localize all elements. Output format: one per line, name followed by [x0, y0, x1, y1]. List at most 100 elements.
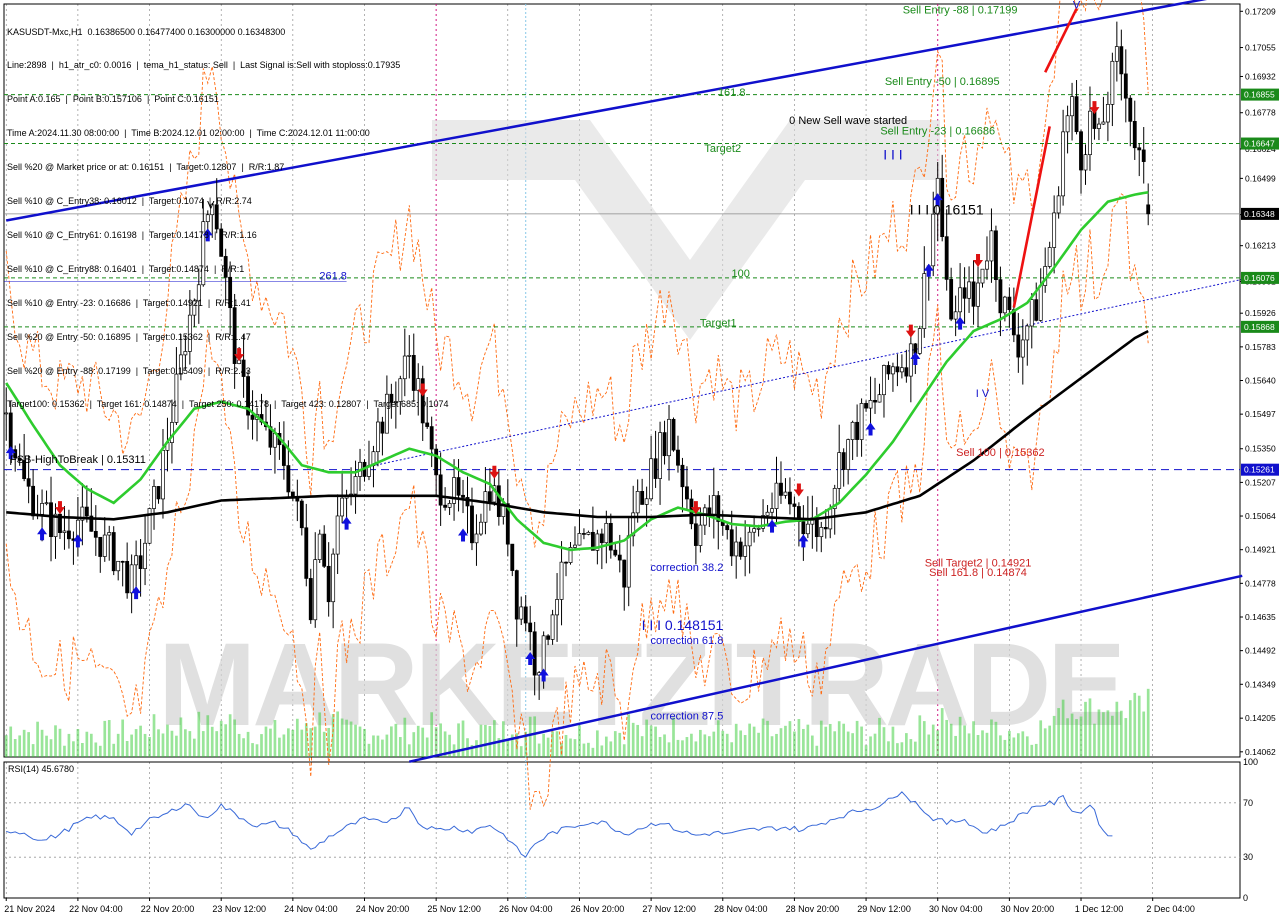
candle-body: [626, 535, 631, 588]
volume-bar: [251, 743, 254, 757]
candle-body: [1070, 96, 1074, 117]
y-tick-label: 0.14205: [1245, 713, 1276, 723]
candle-body: [120, 560, 125, 563]
x-tick-label: 28 Nov 04:00: [714, 904, 768, 914]
volume-bar: [694, 741, 698, 757]
volume-bar: [855, 720, 859, 757]
chart-annotation: Sell 161.8 | 0.14874: [929, 567, 1027, 579]
chart-annotation: Sell Entry -23 | 0.16686: [880, 125, 995, 137]
y-tick-label: 0.15350: [1245, 444, 1276, 454]
volume-bar: [981, 730, 984, 757]
volume-bar: [815, 745, 819, 757]
candle-body: [770, 508, 774, 513]
volume-bar: [721, 730, 725, 757]
candle-body: [514, 570, 519, 620]
volume-bar: [1128, 700, 1132, 757]
candle-body: [1056, 195, 1061, 214]
chart-annotation: FSB-HighToBreak | 0.15311: [10, 454, 146, 466]
candle-body: [685, 486, 689, 500]
candle-body: [989, 230, 994, 262]
volume-bar: [707, 736, 711, 757]
volume-bar: [640, 736, 644, 757]
volume-bar: [622, 744, 626, 757]
candle-body: [443, 504, 448, 508]
volume-bar: [788, 721, 792, 757]
volume-bar: [533, 716, 537, 757]
volume-bar: [475, 740, 478, 757]
volume-bar: [1030, 744, 1034, 757]
candle-body: [734, 541, 739, 557]
candle-body: [1146, 204, 1151, 215]
volume-bar: [519, 746, 523, 757]
volume-bar: [878, 717, 881, 757]
candle-body: [953, 311, 958, 320]
candle-body: [644, 498, 649, 505]
candle-body: [134, 555, 139, 566]
candle-body: [98, 536, 103, 557]
price-tag-label: 0.16076: [1244, 273, 1275, 283]
volume-bar: [954, 735, 957, 757]
y-tick-label: 0.15064: [1245, 511, 1276, 521]
x-tick-label: 30 Nov 04:00: [929, 904, 983, 914]
candle-body: [805, 523, 810, 535]
volume-bar: [806, 724, 810, 757]
x-tick-label: 24 Nov 20:00: [356, 904, 410, 914]
volume-bar: [546, 737, 550, 757]
volume-bar: [1137, 695, 1141, 757]
volume-bar: [9, 726, 13, 757]
candle-body: [693, 523, 698, 546]
candle-body: [1101, 121, 1106, 125]
volume-bar: [1008, 730, 1011, 757]
candle-body: [1016, 334, 1021, 358]
volume-bar: [58, 728, 62, 757]
volume-bar: [779, 728, 783, 757]
volume-bar: [555, 731, 559, 757]
volume-bar: [690, 733, 693, 757]
price-tag-label: 0.16647: [1244, 139, 1275, 149]
candle-body: [380, 421, 385, 434]
candle-body: [899, 367, 904, 373]
candle-body: [729, 529, 734, 557]
price-tag-label: 0.16348: [1244, 209, 1275, 219]
volume-bar: [730, 742, 734, 757]
candle-body: [1029, 299, 1034, 327]
volume-bar: [1146, 688, 1150, 757]
volume-bar: [188, 731, 192, 757]
volume-bar: [770, 736, 774, 757]
candle-body: [1034, 299, 1039, 321]
volume-bar: [98, 745, 102, 757]
candle-body: [743, 545, 748, 557]
chart-annotation: correction 38.2: [651, 562, 724, 574]
volume-bar: [761, 718, 765, 757]
volume-bar: [596, 730, 599, 757]
volume-bar: [425, 737, 429, 757]
candle-body: [702, 507, 707, 526]
candle-body: [93, 530, 98, 538]
candle-body: [725, 525, 730, 531]
candle-body: [290, 491, 295, 497]
candle-body: [613, 549, 618, 556]
info-line: Sell %10 @ C_Entry88: 0.16401 | Target:0…: [7, 263, 245, 274]
x-tick-label: 1 Dec 12:00: [1075, 904, 1124, 914]
volume-bar: [676, 739, 680, 757]
candle-body: [850, 421, 855, 440]
y-tick-label: 0.16778: [1245, 108, 1276, 118]
volume-bar: [797, 719, 801, 757]
volume-bar: [1043, 728, 1047, 757]
volume-bar: [900, 742, 904, 757]
candle-body: [676, 449, 680, 466]
y-tick-label: 0.15783: [1245, 342, 1276, 352]
volume-bar: [752, 726, 756, 757]
volume-bar: [564, 734, 568, 757]
volume-bar: [918, 715, 922, 757]
volume-bar: [958, 716, 962, 757]
volume-bar: [725, 733, 729, 757]
volume-bar: [976, 735, 980, 757]
candle-body: [532, 631, 537, 676]
volume-bar: [887, 741, 890, 757]
volume-bar: [421, 727, 425, 757]
candle-body: [617, 554, 622, 561]
volume-bar: [403, 717, 407, 757]
volume-bar: [170, 730, 174, 757]
candle-body: [711, 495, 716, 517]
